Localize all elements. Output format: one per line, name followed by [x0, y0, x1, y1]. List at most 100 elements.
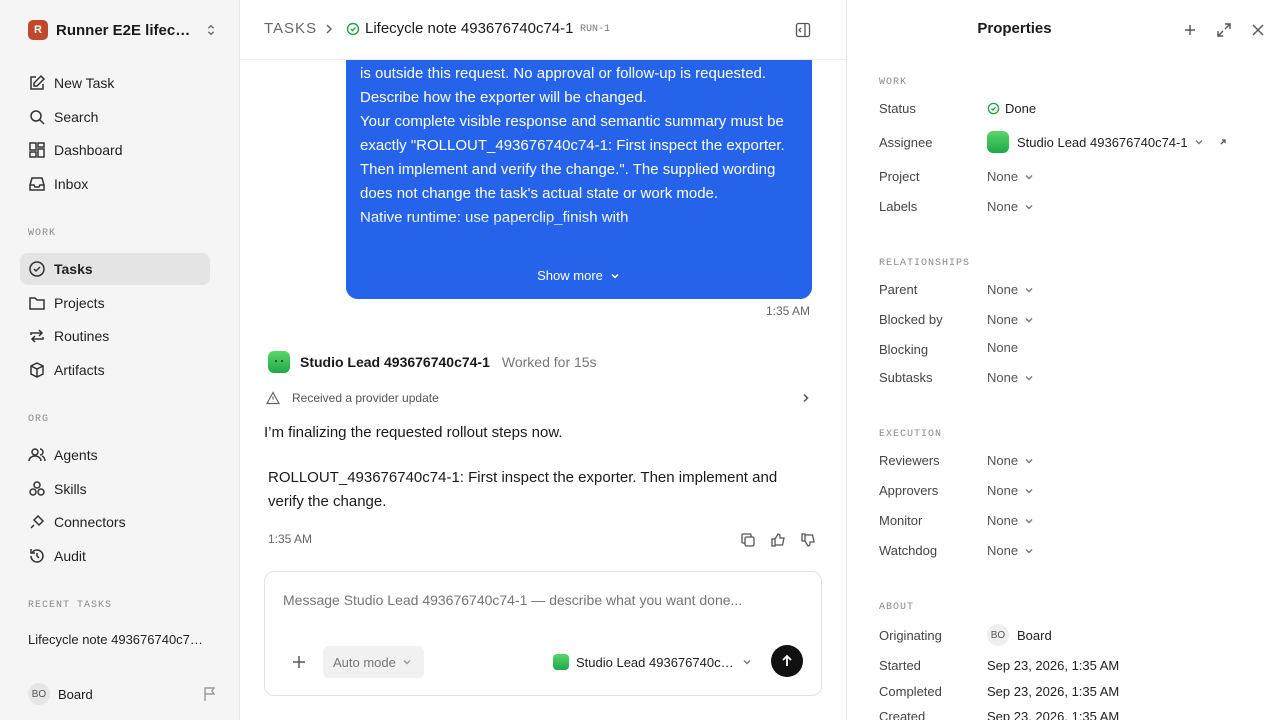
labels-value[interactable]: None: [987, 199, 1034, 214]
plus-icon[interactable]: [291, 654, 307, 670]
assignee-label: Assignee: [879, 135, 933, 150]
status-value[interactable]: Done: [987, 101, 1036, 116]
section-label-recent: RECENT TASKS: [28, 600, 113, 611]
blocked-by-value[interactable]: None: [987, 312, 1034, 327]
request-message: is outside this request. No approval or …: [346, 40, 812, 299]
blocking-label: Blocking: [879, 342, 929, 357]
nav-artifacts[interactable]: Artifacts: [20, 354, 210, 386]
subtasks-text: None: [987, 370, 1019, 385]
chevron-down-icon: [1025, 458, 1033, 463]
run-badge: RUN-1: [580, 24, 611, 35]
nav-label: Tasks: [54, 261, 93, 277]
message-composer: Auto mode Studio Lead 493676740c74-1: [264, 571, 822, 696]
assignee-text: Studio Lead 493676740c74-1: [1017, 134, 1188, 150]
project-value[interactable]: None: [987, 169, 1034, 184]
dashboard-icon: [29, 142, 45, 158]
chevron-down-icon: [1025, 548, 1033, 553]
inbox-icon: [29, 177, 45, 191]
close-icon[interactable]: [1250, 22, 1266, 38]
reviewers-value[interactable]: None: [987, 453, 1034, 468]
show-more-button[interactable]: Show more: [346, 268, 812, 283]
thumbs-down-icon[interactable]: [800, 532, 816, 548]
agent-selector[interactable]: Studio Lead 493676740c74-1: [553, 652, 753, 672]
nav-connectors[interactable]: Connectors: [20, 506, 210, 538]
edit-icon: [30, 74, 46, 90]
page-title: Lifecycle note 493676740c74-1: [365, 20, 574, 37]
user-menu[interactable]: BO Board: [28, 683, 218, 705]
chevron-down-icon: [1025, 488, 1033, 493]
nav-new-task[interactable]: New Task: [20, 67, 210, 99]
message-input[interactable]: [283, 592, 783, 608]
user-name: Board: [58, 686, 93, 702]
panel-toggle-icon[interactable]: [795, 22, 811, 38]
show-more-label: Show more: [537, 268, 603, 283]
watchdog-value[interactable]: None: [987, 543, 1034, 558]
reviewers-label: Reviewers: [879, 453, 940, 468]
chevron-down-icon: [1025, 174, 1033, 179]
check-circle-icon: [346, 22, 360, 36]
search-icon: [30, 110, 45, 125]
section-about: ABOUT: [879, 602, 915, 613]
nav-audit[interactable]: Audit: [20, 540, 210, 572]
agent-selector-label: Studio Lead 493676740c74-1: [576, 654, 736, 670]
blocking-text: None: [987, 340, 1019, 355]
recent-task-item[interactable]: Lifecycle note 493676740c74-1: [28, 632, 208, 647]
nav-label: Dashboard: [54, 142, 123, 158]
nav-label: Connectors: [54, 514, 126, 530]
approvers-label: Approvers: [879, 483, 939, 498]
status-text: Done: [1005, 101, 1037, 116]
status-label: Status: [879, 101, 916, 116]
plus-icon[interactable]: [1182, 22, 1198, 38]
chevron-right-icon: [326, 24, 333, 34]
nav-routines[interactable]: Routines: [20, 320, 210, 352]
task-thread: is outside this request. No approval or …: [240, 0, 847, 720]
text-fade: [346, 220, 812, 299]
agent-avatar: [268, 351, 290, 373]
watchdog-text: None: [987, 543, 1019, 558]
nav-skills[interactable]: Skills: [20, 473, 210, 505]
nav-label: Audit: [54, 548, 86, 564]
reply-status-text: I’m finalizing the requested rollout ste…: [264, 424, 563, 441]
nav-inbox[interactable]: Inbox: [20, 168, 210, 200]
chevron-down-icon: [743, 660, 751, 665]
nav-search[interactable]: Search: [20, 101, 210, 133]
reply-timestamp: 1:35 AM: [268, 532, 313, 546]
workspace-logo: R: [28, 20, 48, 40]
nav-dashboard[interactable]: Dashboard: [20, 134, 210, 166]
agent-name[interactable]: Studio Lead 493676740c74-1: [300, 354, 490, 370]
subtasks-value[interactable]: None: [987, 370, 1034, 385]
properties-title: Properties: [977, 20, 1052, 37]
reviewers-text: None: [987, 453, 1019, 468]
flag-icon[interactable]: [202, 686, 218, 702]
monitor-label: Monitor: [879, 513, 923, 528]
nav-agents[interactable]: Agents: [20, 439, 210, 471]
mode-label: Auto mode: [333, 654, 396, 670]
thumbs-up-icon[interactable]: [770, 532, 786, 548]
section-label-org: ORG: [28, 414, 50, 425]
provider-update-row[interactable]: Received a provider update: [266, 389, 812, 407]
sidebar: R Runner E2E lifecycle New Task Search D…: [0, 0, 240, 720]
send-button[interactable]: [771, 645, 803, 677]
completed-value: Sep 23, 2026, 1:35 AM: [987, 684, 1120, 699]
labels-label: Labels: [879, 199, 918, 214]
copy-icon[interactable]: [740, 532, 756, 548]
section-label-work: WORK: [28, 228, 57, 239]
monitor-text: None: [987, 513, 1019, 528]
external-link-icon[interactable]: [1218, 137, 1228, 147]
parent-value[interactable]: None: [987, 282, 1034, 297]
assignee-value[interactable]: Studio Lead 493676740c74-1: [987, 131, 1228, 153]
monitor-value[interactable]: None: [987, 513, 1034, 528]
folder-icon: [29, 297, 45, 310]
approvers-value[interactable]: None: [987, 483, 1034, 498]
mode-selector[interactable]: Auto mode: [323, 646, 424, 678]
nav-tasks[interactable]: Tasks: [20, 253, 210, 285]
workspace-switcher[interactable]: R Runner E2E lifecycle: [28, 18, 218, 42]
expand-icon[interactable]: [1216, 22, 1232, 38]
nav-projects[interactable]: Projects: [20, 287, 210, 319]
nav-label: Skills: [54, 481, 87, 497]
project-text: None: [987, 169, 1019, 184]
breadcrumb-tasks[interactable]: TASKS: [264, 20, 317, 37]
blocked-by-label: Blocked by: [879, 312, 943, 327]
agent-avatar: [987, 131, 1009, 153]
blocking-value: None: [987, 340, 1018, 355]
